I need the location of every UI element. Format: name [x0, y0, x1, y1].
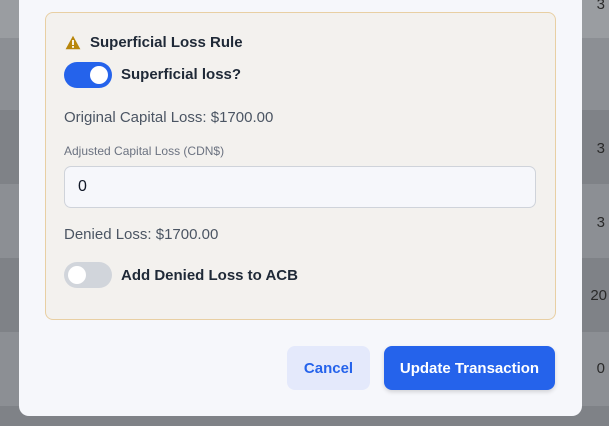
table-cell: 20 — [590, 287, 607, 304]
toggle-knob — [90, 66, 108, 84]
table-cell: 3 — [596, 0, 605, 13]
edit-transaction-modal: Superficial Loss Rule Superficial loss? … — [19, 0, 582, 416]
table-cell: 3 — [596, 140, 605, 157]
denied-loss: Denied Loss: $1700.00 — [64, 226, 219, 243]
original-capital-loss: Original Capital Loss: $1700.00 — [64, 109, 274, 126]
table-cell: 0 — [596, 360, 605, 377]
section-header: Superficial Loss Rule — [65, 34, 243, 51]
warning-triangle-icon — [65, 35, 81, 50]
cancel-button[interactable]: Cancel — [287, 346, 370, 390]
superficial-loss-panel: Superficial Loss Rule Superficial loss? … — [45, 12, 556, 320]
superficial-loss-toggle[interactable] — [64, 62, 112, 88]
table-cell: 3 — [596, 214, 605, 231]
adjusted-capital-loss-input[interactable] — [64, 166, 536, 208]
add-denied-loss-label: Add Denied Loss to ACB — [121, 267, 298, 284]
section-title: Superficial Loss Rule — [90, 34, 243, 51]
adjusted-capital-loss-label: Adjusted Capital Loss (CDN$) — [64, 144, 225, 158]
add-denied-loss-toggle[interactable] — [64, 262, 112, 288]
update-transaction-button[interactable]: Update Transaction — [384, 346, 555, 390]
toggle-knob — [68, 266, 86, 284]
superficial-loss-label: Superficial loss? — [121, 66, 242, 83]
